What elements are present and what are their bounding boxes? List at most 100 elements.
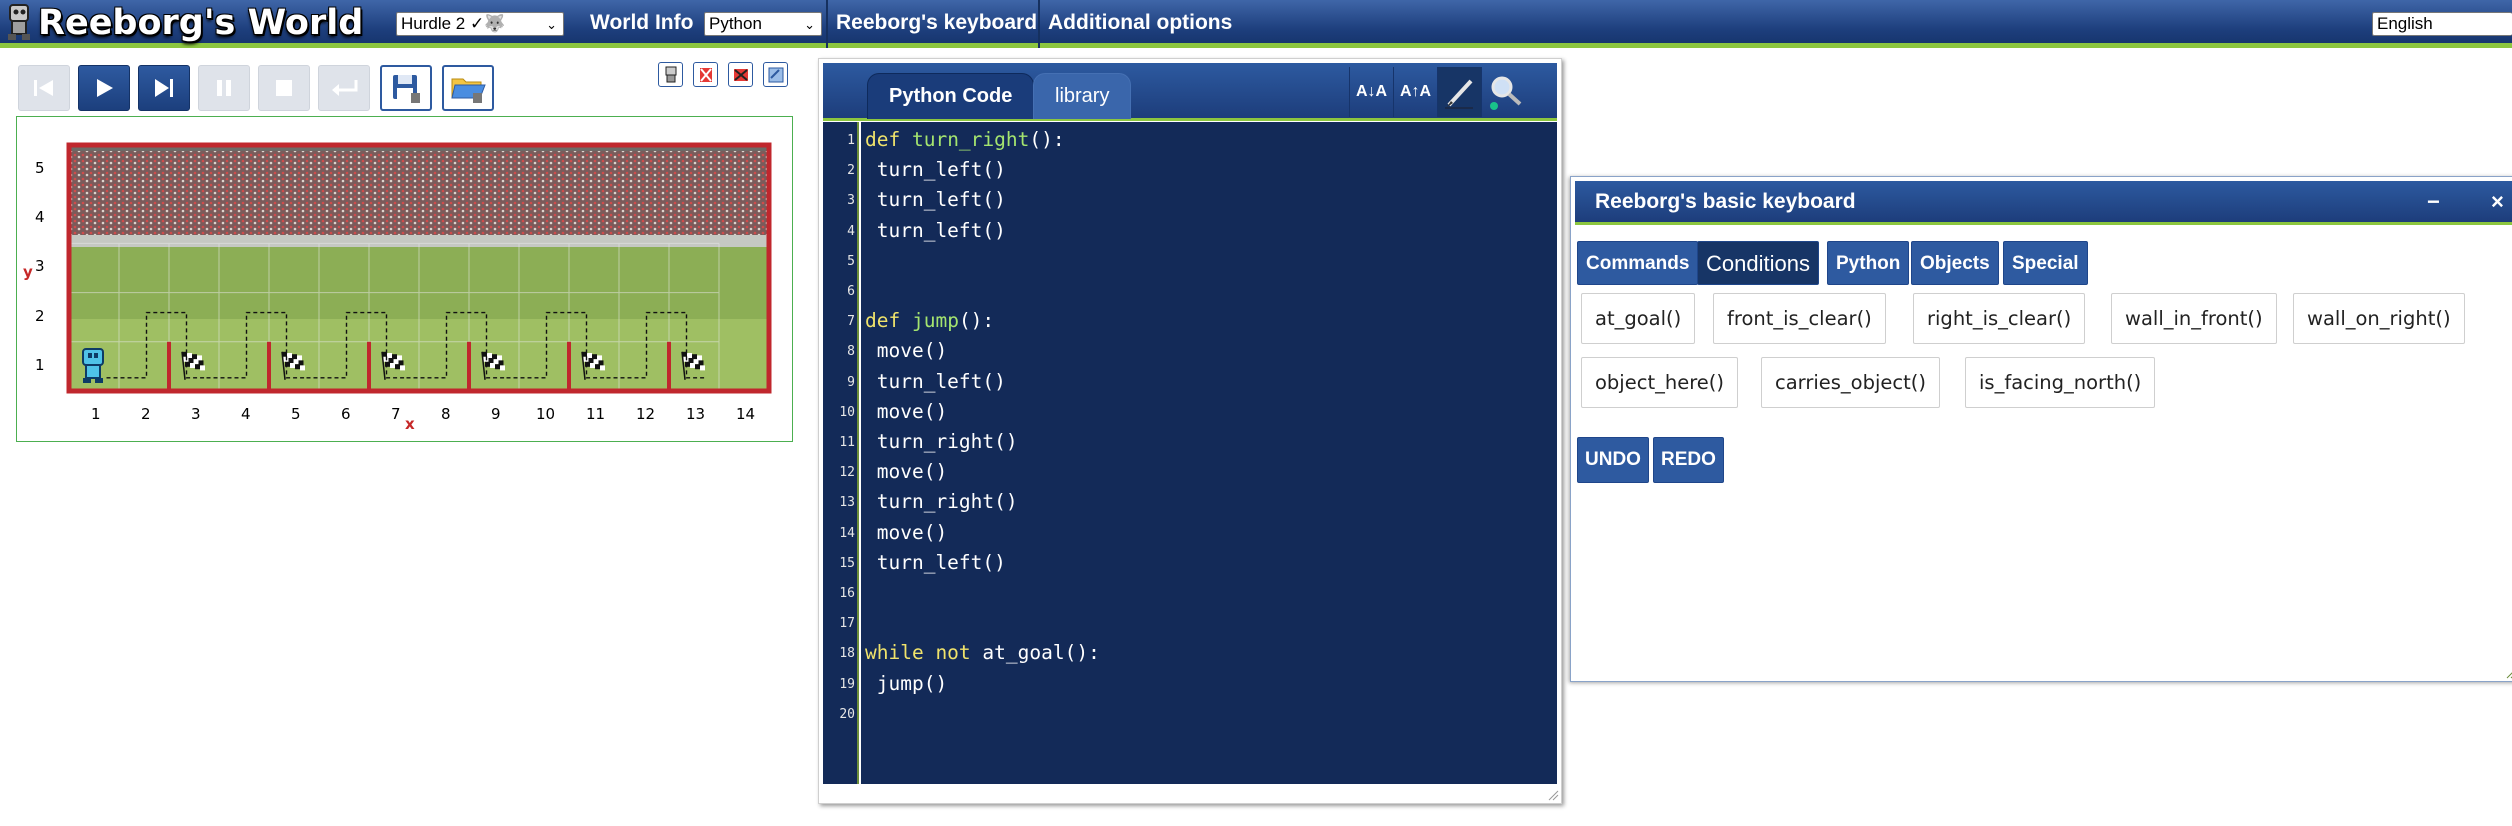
keyboard-tab-python[interactable]: Python [1827, 241, 1910, 285]
wall-segment [267, 341, 271, 391]
code-token: jump [911, 309, 959, 333]
code-line: turn_left() [865, 188, 1006, 211]
tab-library[interactable]: library [1033, 73, 1132, 119]
robot-settings-button[interactable] [658, 62, 683, 87]
code-line: move() [865, 400, 947, 423]
x-tick-label: 5 [291, 405, 301, 423]
code-line: turn_left() [865, 219, 1006, 242]
keyboard-tab-objects[interactable]: Objects [1911, 241, 1999, 285]
code-token: jump() [865, 671, 948, 695]
magnifier-icon [1489, 76, 1521, 110]
line-number: 15 [839, 555, 855, 571]
x-tick-label: 3 [191, 405, 201, 423]
line-number: 9 [847, 374, 855, 390]
app-title: Reeborg's World [38, 3, 364, 43]
wall-segment [467, 341, 471, 391]
pause-button[interactable] [198, 65, 250, 111]
insert-right-is-clear-button[interactable]: right_is_clear() [1913, 293, 2086, 344]
x-tick-label: 9 [491, 405, 501, 423]
line-number: 14 [839, 525, 855, 541]
resize-handle-icon[interactable] [1547, 789, 1559, 801]
x-tick-label: 11 [586, 405, 606, 423]
open-button[interactable] [442, 65, 494, 111]
line-number: 3 [847, 193, 855, 209]
keyboard-tab-commands[interactable]: Commands [1577, 241, 1699, 285]
robot-icon [665, 66, 676, 82]
line-number: 7 [847, 314, 855, 330]
code-line: turn_left() [865, 551, 1006, 574]
code-token: turn_left() [865, 550, 1006, 574]
resize-handle-icon[interactable] [2505, 667, 2512, 679]
close-icon[interactable]: × [2491, 181, 2504, 223]
world-canvas[interactable]: 54321 1 2 3 4 5 6 7 8 9 10 11 12 13 14 y x [16, 116, 793, 442]
play-icon [97, 79, 113, 97]
keyboard-link[interactable]: Reeborg's keyboard [826, 0, 1047, 48]
delete-icon [733, 68, 748, 81]
keyboard-tab-conditions[interactable]: Conditions [1697, 241, 1819, 285]
code-token: turn_right() [865, 430, 1018, 453]
x-tick-label: 4 [241, 405, 251, 423]
stop-icon [276, 80, 292, 96]
run-button[interactable] [78, 65, 130, 111]
highlight-button[interactable] [1437, 67, 1481, 117]
code-text-area[interactable]: def turn_right(): turn_left() turn_left(… [861, 122, 1557, 784]
delete-items-button[interactable] [728, 62, 753, 87]
insert-wall-in-front-button[interactable]: wall_in_front() [2111, 293, 2277, 344]
insert-at-goal-button[interactable]: at_goal() [1581, 293, 1696, 344]
keyboard-dialog-title[interactable]: Reeborg's basic keyboard − × [1575, 181, 2512, 225]
x-tick-label: 12 [636, 405, 656, 423]
reeborg-logo-icon [8, 4, 30, 40]
y-tick-label: 2 [35, 306, 45, 325]
line-number-gutter: 1 2 3 4 5 6 7 8 9 10 11 12 13 14 15 16 17 18 19 20 [823, 122, 859, 784]
decrease-font-button[interactable]: A↓A [1349, 67, 1393, 117]
code-line: turn_right() [865, 490, 1018, 513]
world-select[interactable]: Hurdle 2 ✓🐺 ⌄ [396, 12, 564, 36]
watch-variables-button[interactable] [1481, 67, 1525, 117]
line-number: 13 [839, 495, 855, 511]
insert-front-is-clear-button[interactable]: front_is_clear() [1713, 293, 1886, 344]
language-select[interactable]: Python ⌄ [704, 12, 822, 36]
reload-button[interactable] [318, 65, 370, 111]
line-number: 8 [847, 344, 855, 360]
increase-font-button[interactable]: A↑A [1393, 67, 1437, 117]
keyboard-title-text: Reeborg's basic keyboard [1595, 190, 1856, 213]
ui-language-select[interactable]: English [2372, 12, 2512, 36]
code-line: def turn_right(): [865, 128, 1065, 151]
reeborg-robot [82, 348, 104, 383]
insert-is-facing-north-button[interactable]: is_facing_north() [1965, 357, 2156, 408]
tab-python-code[interactable]: Python Code [867, 73, 1035, 119]
reverse-step-button[interactable] [18, 65, 70, 111]
wall-segment [667, 341, 671, 391]
line-number: 6 [847, 284, 855, 299]
language-select-value: Python [709, 14, 762, 33]
x-tick-label: 8 [441, 405, 451, 423]
minimize-icon[interactable]: − [2427, 181, 2440, 223]
keyboard-tab-special[interactable]: Special [2003, 241, 2088, 285]
redo-button[interactable]: REDO [1653, 437, 1724, 483]
step-button[interactable] [138, 65, 190, 111]
undo-button[interactable]: UNDO [1577, 437, 1649, 483]
insert-wall-on-right-button[interactable]: wall_on_right() [2293, 293, 2465, 344]
ui-language-value: English [2377, 14, 2433, 33]
delete-robot-button[interactable] [693, 62, 718, 87]
save-button[interactable] [380, 65, 432, 111]
additional-options-link[interactable]: Additional options [1038, 0, 1242, 48]
y-tick-label: 5 [35, 159, 45, 177]
code-token: def [865, 309, 912, 333]
insert-object-here-button[interactable]: object_here() [1581, 357, 1738, 408]
edit-world-icon [768, 67, 783, 82]
wall-segment [367, 341, 371, 391]
code-editor-panel: Python Code library A↓A A↑A 1 2 3 4 5 6 7 8 9 10 1… [818, 58, 1562, 804]
code-line: move() [865, 460, 947, 483]
chevron-down-icon: ⌄ [546, 17, 557, 32]
stop-button[interactable] [258, 65, 310, 111]
x-tick-label: 7 [391, 405, 401, 423]
line-number: 11 [839, 435, 855, 450]
x-axis-label: x [405, 415, 415, 433]
y-axis-label: y [23, 263, 33, 281]
x-tick-label: 6 [341, 405, 351, 423]
insert-carries-object-button[interactable]: carries_object() [1761, 357, 1940, 408]
code-line: jump() [865, 672, 947, 695]
world-editor-button[interactable] [763, 62, 788, 87]
world-info-link[interactable]: World Info [580, 0, 703, 48]
